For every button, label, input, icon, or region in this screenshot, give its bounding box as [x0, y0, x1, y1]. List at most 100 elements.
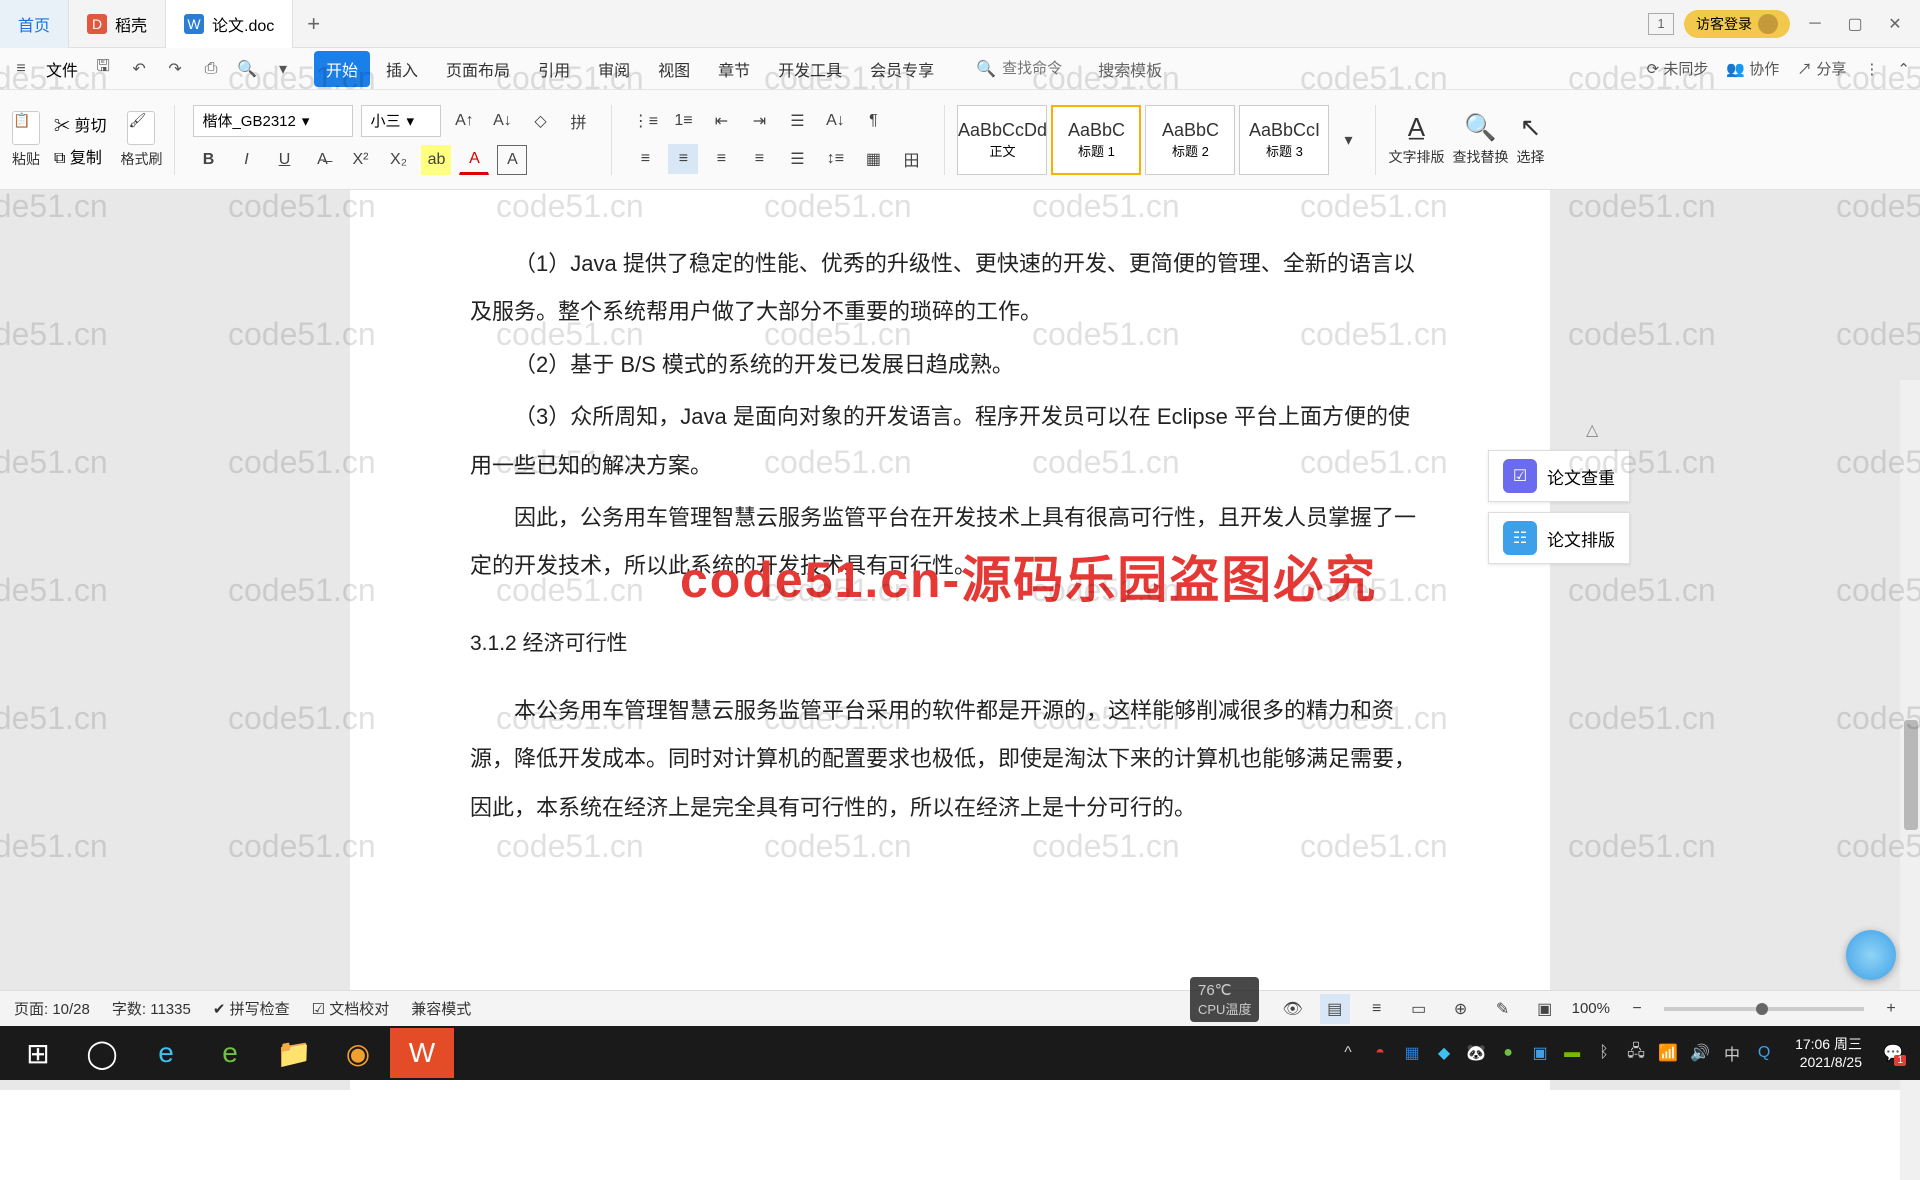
minimize-button[interactable]: ─ — [1800, 9, 1830, 39]
menu-ref[interactable]: 引用 — [526, 51, 582, 87]
style-h3[interactable]: AaBbCcI标题 3 — [1239, 105, 1329, 175]
outdent-icon[interactable]: ⇤ — [706, 106, 736, 136]
assistant-bubble[interactable] — [1846, 930, 1896, 980]
grow-font-icon[interactable]: A↑ — [449, 106, 479, 136]
superscript-button[interactable]: X² — [345, 145, 375, 175]
tab-home[interactable]: 首页 — [0, 0, 69, 48]
more-icon[interactable]: ⋮ — [1864, 60, 1879, 78]
badge-1[interactable]: 1 — [1648, 13, 1674, 35]
phonetic-icon[interactable]: 拼 — [563, 106, 593, 136]
wifi-icon[interactable]: 📶 — [1657, 1042, 1679, 1064]
align-center-icon[interactable]: ≡ — [668, 144, 698, 174]
strike-button[interactable]: A̶ — [307, 145, 337, 175]
browser-icon[interactable]: e — [198, 1028, 262, 1078]
search-input[interactable] — [1002, 60, 1092, 77]
numbering-icon[interactable]: 1≡ — [668, 106, 698, 136]
zoom-out-button[interactable]: − — [1622, 994, 1652, 1024]
menu-start[interactable]: 开始 — [314, 51, 370, 87]
tray-1[interactable]: ◓ — [1369, 1042, 1391, 1064]
asian-layout-icon[interactable]: ☰ — [782, 106, 812, 136]
status-proof[interactable]: ☑ 文档校对 — [312, 998, 390, 1019]
status-spell[interactable]: ✔ 拼写检查 — [213, 998, 290, 1019]
border-icon[interactable]: 田 — [896, 144, 926, 174]
notifications-icon[interactable]: 💬1 — [1882, 1042, 1904, 1064]
status-page[interactable]: 页面: 10/28 — [14, 998, 90, 1019]
collapse-panel-icon[interactable]: △ — [1586, 420, 1610, 440]
scroll-thumb[interactable] — [1904, 720, 1918, 830]
paste-label[interactable]: 粘贴 — [12, 149, 40, 169]
close-button[interactable]: ✕ — [1880, 9, 1910, 39]
italic-button[interactable]: I — [231, 145, 261, 175]
paste-icon[interactable]: 📋 — [12, 111, 40, 145]
tray-up-icon[interactable]: ^ — [1337, 1042, 1359, 1064]
shading-icon[interactable]: ▦ — [858, 144, 888, 174]
ie-icon[interactable]: e — [134, 1028, 198, 1078]
volume-icon[interactable]: 🔊 — [1689, 1042, 1711, 1064]
align-left-icon[interactable]: ≡ — [630, 144, 660, 174]
read-icon[interactable]: ▭ — [1404, 994, 1434, 1024]
web-icon[interactable]: ⊕ — [1446, 994, 1476, 1024]
subscript-button[interactable]: X₂ — [383, 145, 413, 175]
format-painter[interactable]: 🖌 格式刷 — [120, 111, 162, 169]
copy-button[interactable]: ⧉ 复制 — [54, 144, 102, 168]
highlight-button[interactable]: ab — [421, 145, 451, 175]
start-button[interactable]: ⊞ — [6, 1028, 70, 1078]
distribute-icon[interactable]: ☰ — [782, 144, 812, 174]
tray-6[interactable]: ▣ — [1529, 1042, 1551, 1064]
tab-daoke[interactable]: D 稻壳 — [69, 0, 166, 48]
bluetooth-icon[interactable]: ᛒ — [1593, 1042, 1615, 1064]
zoom-knob[interactable] — [1756, 1003, 1768, 1015]
style-h2[interactable]: AaBbC标题 2 — [1145, 105, 1235, 175]
tray-4[interactable]: 🐼 — [1465, 1042, 1487, 1064]
document-page[interactable]: （1）Java 提供了稳定的性能、优秀的升级性、更快速的开发、更简便的管理、全新… — [350, 190, 1550, 1090]
print-layout-icon[interactable]: ▤ — [1320, 994, 1350, 1024]
font-color-button[interactable]: A — [459, 145, 489, 175]
tray-q[interactable]: Q — [1753, 1042, 1775, 1064]
styles-more-icon[interactable]: ▾ — [1333, 125, 1363, 155]
print-icon[interactable]: ⎙ — [200, 58, 222, 80]
guest-login-button[interactable]: 访客登录 — [1684, 10, 1790, 38]
menu-devtools[interactable]: 开发工具 — [766, 51, 854, 87]
bold-button[interactable]: B — [193, 145, 223, 175]
menu-chapter[interactable]: 章节 — [706, 51, 762, 87]
preview-icon[interactable]: 🔍 — [236, 58, 258, 80]
paper-check-button[interactable]: ☑论文查重 — [1488, 450, 1630, 502]
style-normal[interactable]: AaBbCcDd正文 — [957, 105, 1047, 175]
line-spacing-icon[interactable]: ↕≡ — [820, 144, 850, 174]
zoom-in-button[interactable]: + — [1876, 994, 1906, 1024]
tab-doc[interactable]: W 论文.doc — [166, 0, 293, 48]
showmarks-icon[interactable]: ¶ — [858, 106, 888, 136]
fit-icon[interactable]: ▣ — [1530, 994, 1560, 1024]
tray-3[interactable]: ◆ — [1433, 1042, 1455, 1064]
maximize-button[interactable]: ▢ — [1840, 9, 1870, 39]
cut-button[interactable]: ✂ 剪切 — [54, 112, 106, 136]
menu-view[interactable]: 视图 — [646, 51, 702, 87]
outline-icon[interactable]: ≡ — [1362, 994, 1392, 1024]
sort-icon[interactable]: A↓ — [820, 106, 850, 136]
font-select[interactable]: 楷体_GB2312 ▾ — [193, 105, 353, 137]
clock[interactable]: 17:06 周三 2021/8/25 — [1785, 1035, 1872, 1071]
wps-icon[interactable]: W — [390, 1028, 454, 1078]
bullets-icon[interactable]: ⋮≡ — [630, 106, 660, 136]
focus-mode-icon[interactable]: 👁 — [1278, 994, 1308, 1024]
tray-nvidia[interactable]: ▬ — [1561, 1042, 1583, 1064]
menu-icon[interactable]: ≡ — [10, 58, 32, 80]
expand-icon[interactable]: ⌃ — [1897, 60, 1910, 78]
tray-2[interactable]: ▦ — [1401, 1042, 1423, 1064]
menu-insert[interactable]: 插入 — [374, 51, 430, 87]
tray-5[interactable]: ● — [1497, 1042, 1519, 1064]
collab-button[interactable]: 👥 协作 — [1726, 58, 1779, 79]
menu-member[interactable]: 会员专享 — [858, 51, 946, 87]
justify-icon[interactable]: ≡ — [744, 144, 774, 174]
zoom-value[interactable]: 100% — [1572, 1000, 1610, 1017]
text-layout-button[interactable]: A̲文字排版 — [1388, 112, 1444, 167]
underline-button[interactable]: U — [269, 145, 299, 175]
shrink-font-icon[interactable]: A↓ — [487, 106, 517, 136]
char-border-button[interactable]: A — [497, 145, 527, 175]
align-right-icon[interactable]: ≡ — [706, 144, 736, 174]
paper-layout-button[interactable]: ☷论文排版 — [1488, 512, 1630, 564]
explorer-icon[interactable]: 📁 — [262, 1028, 326, 1078]
style-h1[interactable]: AaBbC标题 1 — [1051, 105, 1141, 175]
size-select[interactable]: 小三 ▾ — [361, 105, 441, 137]
annotate-icon[interactable]: ✎ — [1488, 994, 1518, 1024]
